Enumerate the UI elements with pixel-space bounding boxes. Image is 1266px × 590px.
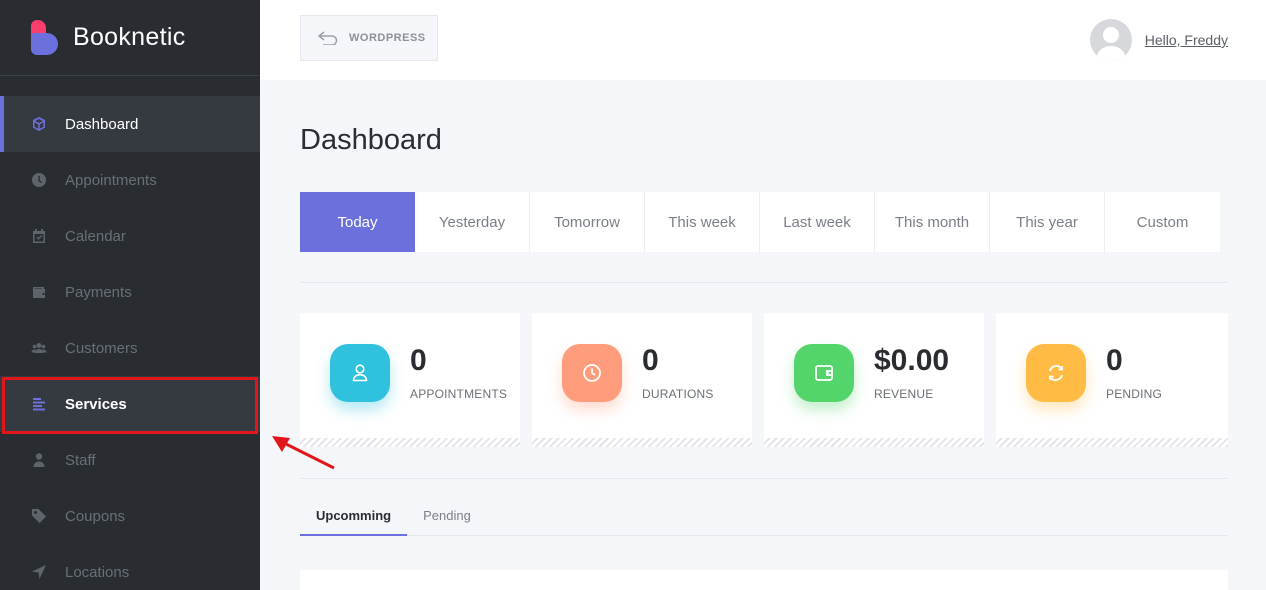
- stats-row: 0 APPOINTMENTS 0 DURATIONS $0.00 REVENUE…: [300, 313, 1228, 447]
- wallet-icon: [31, 284, 47, 300]
- sidebar-item-label: Appointments: [65, 171, 157, 189]
- sidebar-item-payments[interactable]: Payments: [0, 264, 260, 320]
- filter-today[interactable]: Today: [300, 192, 415, 252]
- appointment-tabs: Upcomming Pending: [300, 496, 1228, 536]
- filter-this-year[interactable]: This year: [990, 192, 1105, 252]
- booknetic-logo: [31, 19, 61, 56]
- sidebar-item-customers[interactable]: Customers: [0, 320, 260, 376]
- wallet-icon: [794, 344, 854, 402]
- filter-this-week[interactable]: This week: [645, 192, 760, 252]
- appointments-panel: [300, 570, 1228, 590]
- list-icon: [31, 396, 47, 412]
- brand-name: Booknetic: [73, 23, 186, 51]
- sidebar-item-label: Locations: [65, 563, 130, 581]
- tab-upcomming[interactable]: Upcomming: [300, 496, 408, 536]
- sidebar: Booknetic Dashboard Appointments Calenda…: [0, 0, 260, 590]
- sidebar-item-appointments[interactable]: Appointments: [0, 152, 260, 208]
- sidebar-menu: Dashboard Appointments Calendar Payments…: [0, 96, 260, 590]
- stat-value: 0: [642, 344, 659, 377]
- divider: [300, 282, 1228, 283]
- filter-yesterday[interactable]: Yesterday: [415, 192, 530, 252]
- divider: [300, 478, 1228, 479]
- sidebar-item-locations[interactable]: Locations: [0, 544, 260, 590]
- sidebar-item-dashboard[interactable]: Dashboard: [0, 96, 260, 152]
- stat-value: 0: [410, 344, 427, 377]
- sidebar-item-calendar[interactable]: Calendar: [0, 208, 260, 264]
- filter-tomorrow[interactable]: Tomorrow: [530, 192, 645, 252]
- clock-icon: [31, 172, 47, 188]
- stat-card-appointments: 0 APPOINTMENTS: [300, 313, 520, 447]
- back-arrow-icon: [318, 31, 338, 45]
- sidebar-item-label: Customers: [65, 339, 138, 357]
- stat-card-durations: 0 DURATIONS: [532, 313, 752, 447]
- sidebar-item-label: Dashboard: [65, 115, 139, 133]
- sidebar-item-staff[interactable]: Staff: [0, 432, 260, 488]
- wordpress-back-button[interactable]: WORDPRESS: [300, 15, 438, 61]
- filter-custom[interactable]: Custom: [1105, 192, 1220, 252]
- date-filter-tabs: Today Yesterday Tomorrow This week Last …: [300, 192, 1220, 252]
- user-menu[interactable]: Hello, Freddy: [1089, 19, 1228, 61]
- stat-value: 0: [1106, 344, 1123, 377]
- brand[interactable]: Booknetic: [0, 0, 260, 76]
- stat-card-revenue: $0.00 REVENUE: [764, 313, 984, 447]
- stat-card-pending: 0 PENDING: [996, 313, 1228, 447]
- stat-label: REVENUE: [874, 387, 934, 401]
- page-title: Dashboard: [300, 124, 442, 156]
- users-icon: [31, 340, 47, 356]
- stat-label: APPOINTMENTS: [410, 387, 508, 401]
- filter-this-month[interactable]: This month: [875, 192, 990, 252]
- user-greeting-link[interactable]: Hello, Freddy: [1145, 32, 1228, 48]
- tag-icon: [31, 508, 47, 524]
- sidebar-item-label: Services: [65, 395, 127, 413]
- stat-label: DURATIONS: [642, 387, 714, 401]
- sidebar-item-services[interactable]: Services: [0, 376, 260, 432]
- clock-icon: [562, 344, 622, 402]
- wordpress-label: WORDPRESS: [349, 32, 426, 44]
- stat-value: $0.00: [874, 344, 950, 377]
- stat-label: PENDING: [1106, 387, 1163, 401]
- user-icon: [330, 344, 390, 402]
- top-bar: WORDPRESS Hello, Freddy: [260, 0, 1266, 80]
- filter-last-week[interactable]: Last week: [760, 192, 875, 252]
- refresh-icon: [1026, 344, 1086, 402]
- sidebar-item-coupons[interactable]: Coupons: [0, 488, 260, 544]
- sidebar-item-label: Coupons: [65, 507, 126, 525]
- avatar[interactable]: [1089, 19, 1132, 61]
- user-icon: [31, 452, 47, 468]
- tab-pending[interactable]: Pending: [407, 496, 487, 536]
- sidebar-item-label: Payments: [65, 283, 132, 301]
- calendar-icon: [31, 228, 47, 244]
- location-arrow-icon: [31, 564, 47, 580]
- sidebar-item-label: Staff: [65, 451, 96, 469]
- cube-icon: [31, 116, 47, 132]
- sidebar-item-label: Calendar: [65, 227, 126, 245]
